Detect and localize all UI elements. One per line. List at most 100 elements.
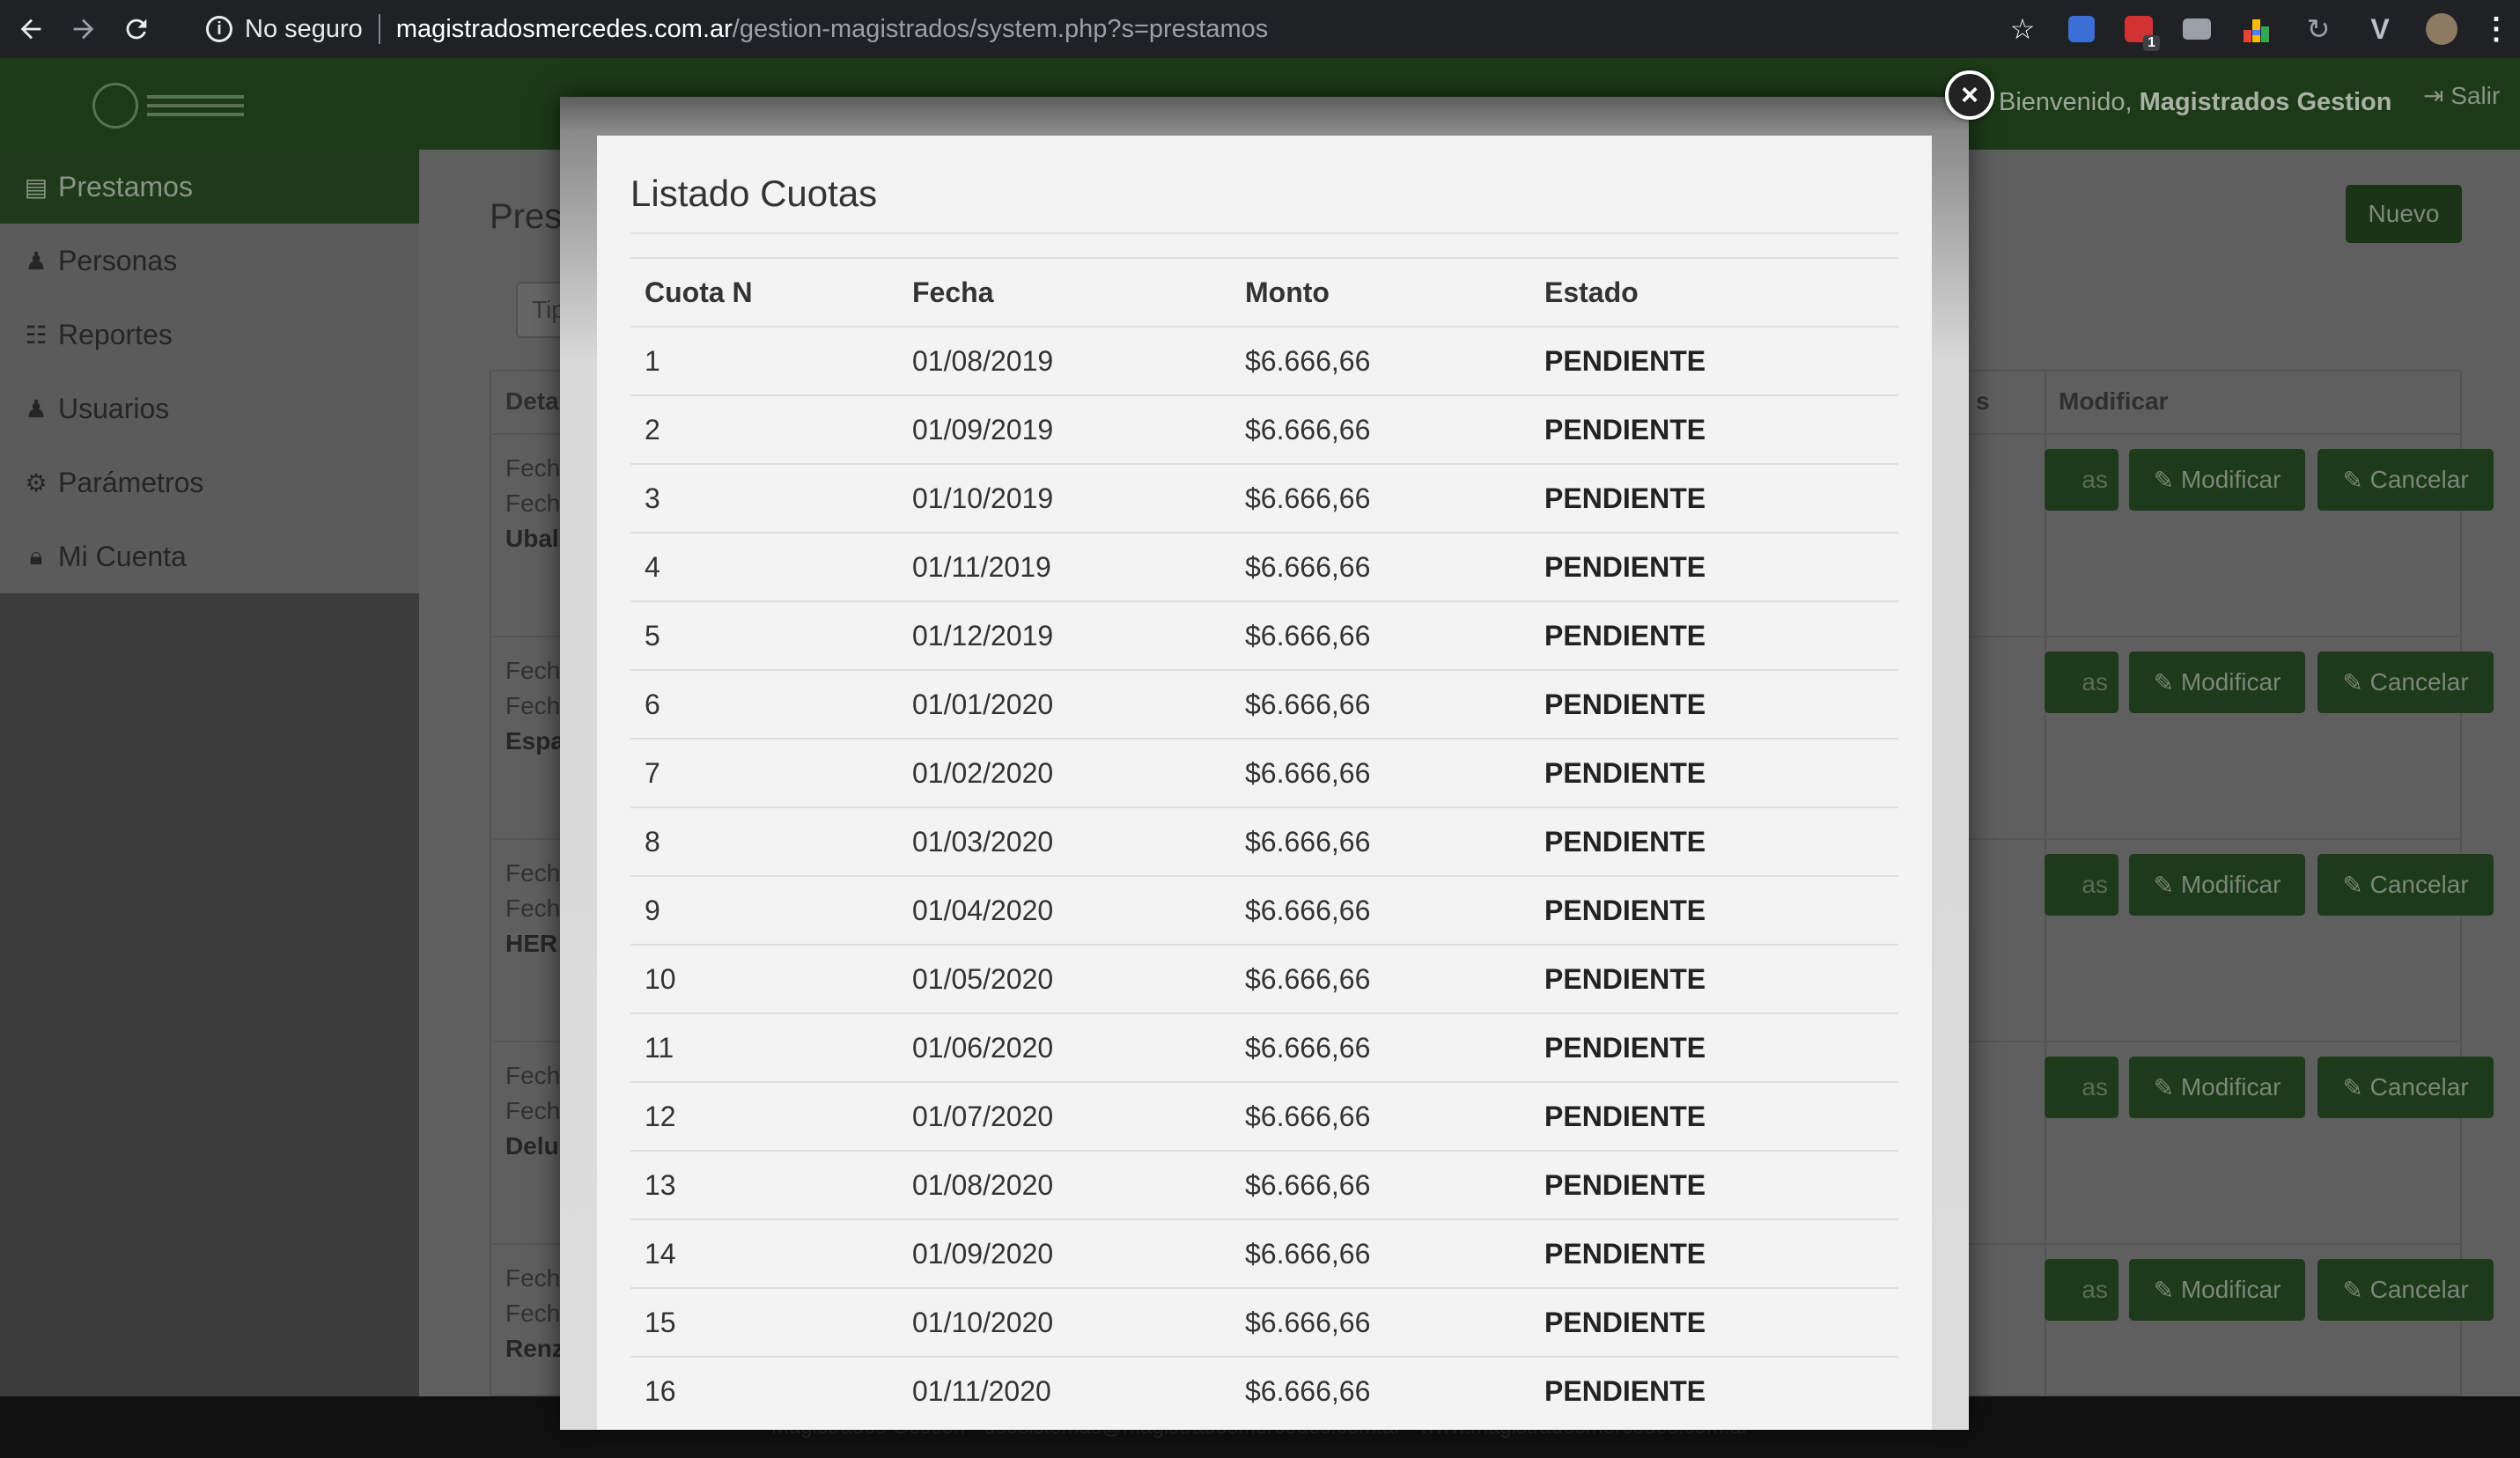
column-header-estado: Estado bbox=[1530, 257, 1898, 328]
cuotas-table: Cuota N Fecha Monto Estado 1 01/08/2019 $6… bbox=[630, 257, 1898, 1425]
modify-button[interactable]: ✎ Modificar bbox=[2129, 854, 2305, 916]
sidebar: ▤ Prestamos ♟ Personas ☷ Reportes ♟ Usua… bbox=[0, 150, 419, 1396]
camera-icon[interactable] bbox=[2183, 18, 2211, 40]
cancel-button[interactable]: ✎ Cancelar bbox=[2317, 854, 2494, 916]
logout-link[interactable]: ⇥ Salir bbox=[2423, 81, 2500, 110]
cuota-estado: PENDIENTE bbox=[1530, 326, 1898, 395]
cuotas-button[interactable]: as bbox=[2045, 1259, 2118, 1321]
table-row: 3 01/10/2019 $6.666,66 PENDIENTE bbox=[630, 463, 1898, 533]
modify-button[interactable]: ✎ Modificar bbox=[2129, 652, 2305, 713]
cuotas-modal: Listado Cuotas Cuota N Fecha Monto Estad… bbox=[560, 97, 1969, 1430]
table-row: 10 01/05/2020 $6.666,66 PENDIENTE bbox=[630, 944, 1898, 1013]
close-icon[interactable]: × bbox=[1945, 70, 1994, 120]
column-header-monto: Monto bbox=[1231, 257, 1530, 328]
cuota-estado: PENDIENTE bbox=[1530, 1012, 1898, 1082]
column-header-cuotas: s bbox=[1976, 387, 1990, 415]
back-arrow-icon[interactable] bbox=[9, 7, 53, 51]
cuota-monto: $6.666,66 bbox=[1231, 738, 1530, 807]
profile-avatar[interactable] bbox=[2426, 13, 2457, 45]
cuotas-button[interactable]: as bbox=[2045, 652, 2118, 713]
list-icon: ☷ bbox=[25, 320, 48, 349]
reload-icon[interactable] bbox=[114, 7, 158, 51]
cuota-fecha: 01/09/2020 bbox=[898, 1219, 1231, 1288]
sidebar-item-usuarios[interactable]: ♟ Usuarios bbox=[0, 372, 419, 446]
modify-button[interactable]: ✎ Modificar bbox=[2129, 1259, 2305, 1321]
cuota-number: 8 bbox=[630, 806, 898, 876]
modify-button[interactable]: ✎ Modificar bbox=[2129, 1057, 2305, 1118]
cancel-button[interactable]: ✎ Cancelar bbox=[2317, 1259, 2494, 1321]
cuotas-button[interactable]: as bbox=[2045, 1057, 2118, 1118]
cuota-fecha: 01/09/2019 bbox=[898, 394, 1231, 464]
sidebar-item-label: Parámetros bbox=[58, 466, 204, 498]
cancel-label: Cancelar bbox=[2369, 668, 2469, 696]
cuotas-button[interactable]: as bbox=[2045, 854, 2118, 916]
table-row: 11 01/06/2020 $6.666,66 PENDIENTE bbox=[630, 1012, 1898, 1082]
vivaldi-icon[interactable]: V bbox=[2364, 13, 2396, 45]
sidebar-item-prestamos[interactable]: ▤ Prestamos bbox=[0, 150, 419, 224]
menu-kebab-icon[interactable]: ⋮ bbox=[2481, 12, 2511, 46]
row-line: Fech bbox=[505, 454, 561, 482]
table-row: 15 01/10/2020 $6.666,66 PENDIENTE bbox=[630, 1287, 1898, 1357]
cancel-button[interactable]: ✎ Cancelar bbox=[2317, 1057, 2494, 1118]
extension-badge: 1 bbox=[2143, 35, 2160, 51]
sidebar-item-reportes[interactable]: ☷ Reportes bbox=[0, 298, 419, 372]
address-separator bbox=[378, 14, 380, 44]
cuota-estado: PENDIENTE bbox=[1530, 738, 1898, 807]
sidebar-item-label: Mi Cuenta bbox=[58, 540, 187, 572]
modify-button[interactable]: ✎ Modificar bbox=[2129, 449, 2305, 511]
site-logo[interactable] bbox=[92, 81, 251, 130]
cancel-label: Cancelar bbox=[2369, 466, 2469, 493]
browser-toolbar: i No seguro magistradosmercedes.com.ar/g… bbox=[0, 0, 2520, 58]
cuota-estado: PENDIENTE bbox=[1530, 1081, 1898, 1151]
row-name: HER bbox=[505, 930, 558, 957]
cuota-number: 6 bbox=[630, 669, 898, 739]
sidebar-item-personas[interactable]: ♟ Personas bbox=[0, 224, 419, 298]
cuota-fecha: 01/12/2019 bbox=[898, 600, 1231, 670]
sidebar-item-parametros[interactable]: ⚙ Parámetros bbox=[0, 446, 419, 519]
extension-red-icon[interactable]: 1 bbox=[2125, 16, 2160, 51]
forward-arrow-icon[interactable] bbox=[62, 7, 106, 51]
table-row: 4 01/11/2019 $6.666,66 PENDIENTE bbox=[630, 532, 1898, 601]
cuota-number: 9 bbox=[630, 875, 898, 945]
address-bar[interactable]: i No seguro magistradosmercedes.com.ar/g… bbox=[185, 7, 2034, 51]
row-line: Fech bbox=[505, 895, 561, 922]
cuota-monto: $6.666,66 bbox=[1231, 1287, 1530, 1357]
new-button[interactable]: Nuevo bbox=[2346, 185, 2462, 243]
cuota-fecha: 01/10/2019 bbox=[898, 463, 1231, 533]
info-icon[interactable]: i bbox=[206, 16, 232, 42]
sync-icon[interactable]: ↻ bbox=[2303, 13, 2334, 45]
cuota-monto: $6.666,66 bbox=[1231, 394, 1530, 464]
cuota-fecha: 01/02/2020 bbox=[898, 738, 1231, 807]
welcome-prefix: Bienvenido, bbox=[1999, 88, 2133, 116]
cancel-button[interactable]: ✎ Cancelar bbox=[2317, 652, 2494, 713]
logout-label: Salir bbox=[2450, 82, 2501, 109]
cuota-estado: PENDIENTE bbox=[1530, 944, 1898, 1013]
extension-blue-icon[interactable] bbox=[2068, 16, 2095, 42]
gears-icon: ⚙ bbox=[25, 468, 48, 497]
row-line: Fech bbox=[505, 1300, 561, 1327]
cuota-fecha: 01/06/2020 bbox=[898, 1012, 1231, 1082]
cuotas-button[interactable]: as bbox=[2045, 449, 2118, 511]
table-row: 9 01/04/2020 $6.666,66 PENDIENTE bbox=[630, 875, 1898, 945]
sidebar-item-label: Personas bbox=[58, 244, 178, 276]
row-line: Fech bbox=[505, 657, 561, 684]
cuota-estado: PENDIENTE bbox=[1530, 1219, 1898, 1288]
extension-chart-icon[interactable] bbox=[2241, 13, 2273, 45]
logout-icon: ⇥ bbox=[2423, 82, 2444, 109]
edit-icon: ✎ bbox=[2153, 871, 2181, 899]
cuota-monto: $6.666,66 bbox=[1231, 326, 1530, 395]
cancel-button[interactable]: ✎ Cancelar bbox=[2317, 449, 2494, 511]
cuota-fecha: 01/05/2020 bbox=[898, 944, 1231, 1013]
seal-icon bbox=[92, 83, 138, 129]
sidebar-item-mi-cuenta[interactable]: 🔒︎ Mi Cuenta bbox=[0, 519, 419, 593]
column-header-modify: Modificar bbox=[2059, 387, 2169, 415]
cuota-fecha: 01/10/2020 bbox=[898, 1287, 1231, 1357]
cuota-number: 1 bbox=[630, 326, 898, 395]
bookmark-star-icon[interactable]: ☆ bbox=[2007, 13, 2038, 45]
cuota-number: 15 bbox=[630, 1287, 898, 1357]
row-details: Fech Fech Delu bbox=[505, 1058, 560, 1164]
modify-label: Modificar bbox=[2180, 871, 2281, 898]
cuota-number: 10 bbox=[630, 944, 898, 1013]
cuota-monto: $6.666,66 bbox=[1231, 875, 1530, 945]
cuota-monto: $6.666,66 bbox=[1231, 1150, 1530, 1219]
